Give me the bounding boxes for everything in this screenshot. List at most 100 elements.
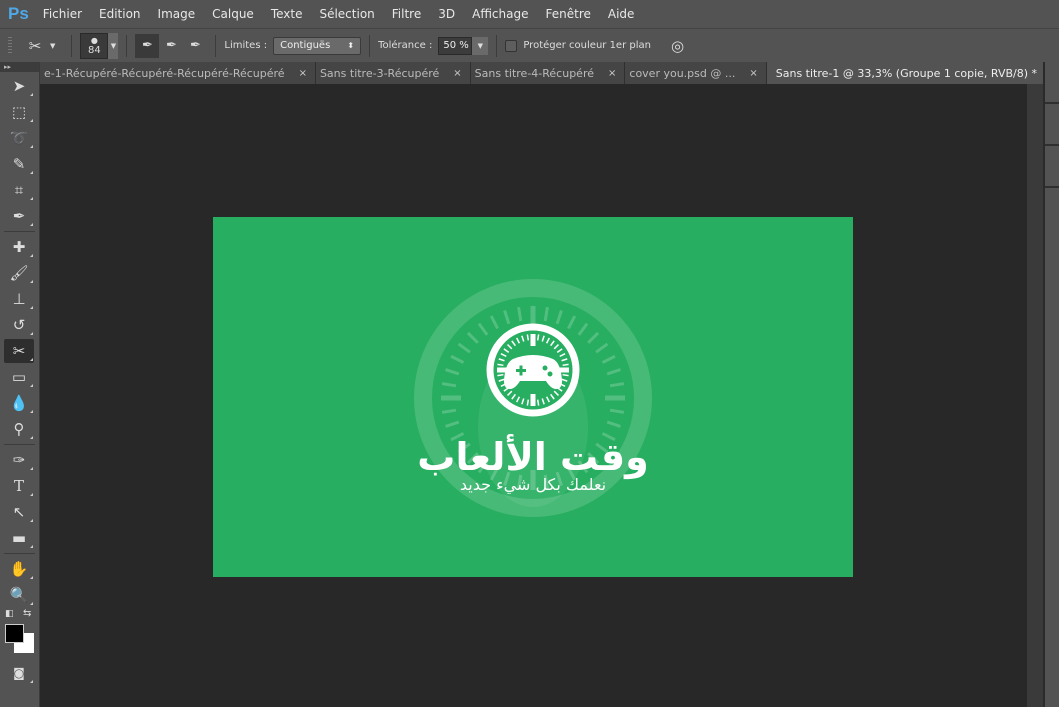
menu-image[interactable]: Image	[158, 7, 196, 21]
tab-cover-you[interactable]: cover you.psd @ ... ×	[625, 62, 767, 84]
clock-tick	[609, 408, 625, 414]
tolerance-input[interactable]: 50 %	[438, 36, 473, 55]
clock-tick	[497, 373, 504, 377]
clock-tick	[503, 310, 511, 325]
marquee-tool-icon[interactable]: ⬚	[4, 100, 34, 124]
chevron-down-icon[interactable]: ▼	[50, 42, 55, 50]
tab-sans-titre-1[interactable]: Sans titre-1 @ 33,3% (Groupe 1 copie, RV…	[766, 62, 1059, 84]
clock-tick	[562, 373, 569, 377]
artwork-title: وقت الألعاب	[417, 435, 649, 479]
swap-colors-icon[interactable]: ⇆	[23, 608, 31, 619]
tab-label: Sans titre-1 @ 33,3% (Groupe 1 copie, RV…	[775, 66, 1038, 80]
menu-edition[interactable]: Edition	[99, 7, 141, 21]
zoom-tool-icon[interactable]: 🔍	[4, 583, 34, 607]
menu-selection[interactable]: Sélection	[319, 7, 374, 21]
clock-tick	[577, 322, 589, 336]
tab-label: Sans titre-4-Récupéré	[474, 66, 594, 80]
brush-size-value: 84	[88, 44, 101, 56]
panel-icon[interactable]	[1045, 154, 1059, 188]
crop-tool-icon[interactable]: ⌗	[4, 178, 34, 202]
clone-stamp-tool-icon[interactable]: ⊥	[4, 287, 34, 311]
sampling-background-icon[interactable]: ✒	[183, 38, 207, 53]
eyedropper-tool-icon[interactable]: ✒	[4, 204, 34, 228]
default-colors-icon[interactable]: ◧	[5, 609, 14, 619]
limits-select[interactable]: Contiguës ⬍	[273, 36, 362, 55]
menu-3d[interactable]: 3D	[438, 7, 455, 21]
quick-mask-icon[interactable]: ◙	[4, 661, 34, 685]
clock-tick	[601, 354, 616, 364]
toolbox-collapse-button[interactable]: ▸▸	[0, 62, 39, 72]
close-icon[interactable]: ×	[299, 68, 307, 79]
clock-tick	[477, 322, 489, 336]
clock-tick	[457, 342, 471, 354]
sampling-continuous-icon[interactable]: ✒	[135, 33, 160, 58]
menu-calque[interactable]: Calque	[212, 7, 254, 21]
quick-selection-tool-icon[interactable]: ✎	[4, 152, 34, 176]
brush-tool-icon[interactable]: 🖌	[4, 261, 34, 285]
right-panel-dock	[1043, 62, 1059, 707]
limits-value: Contiguës	[280, 40, 331, 51]
type-tool-icon[interactable]: T	[4, 474, 34, 498]
menu-affichage[interactable]: Affichage	[472, 7, 528, 21]
document-tabs: e-1-Récupéré-Récupéré-Récupéré-Récupéré ×…	[40, 62, 1059, 84]
brush-dropdown[interactable]: ▼	[108, 32, 119, 59]
clock-tick	[441, 382, 457, 388]
menu-fenetre[interactable]: Fenêtre	[546, 7, 591, 21]
sampling-once-icon[interactable]: ✒	[159, 38, 183, 53]
panel-icon[interactable]	[1045, 112, 1059, 146]
tab-doc-4[interactable]: Sans titre-4-Récupéré ×	[470, 62, 626, 84]
close-icon[interactable]: ×	[608, 68, 616, 79]
canvas-scroll-strip	[1027, 84, 1043, 707]
tab-doc-1[interactable]: e-1-Récupéré-Récupéré-Récupéré-Récupéré ×	[40, 62, 316, 84]
lasso-tool-icon[interactable]: ➰	[4, 126, 34, 150]
path-selection-tool-icon[interactable]: ↖	[4, 500, 34, 524]
artwork-subtitle: نعلمك بكل شيء جديد	[459, 475, 607, 494]
foreground-color-swatch[interactable]	[5, 624, 24, 643]
document-canvas[interactable]: وقت الألعاب نعلمك بكل شيء جديد	[213, 217, 853, 577]
close-icon[interactable]: ×	[749, 68, 757, 79]
move-tool-icon[interactable]: ➤	[4, 74, 34, 98]
pen-tool-icon[interactable]: ✑	[4, 448, 34, 472]
options-grip[interactable]	[8, 36, 12, 55]
divider	[369, 34, 371, 57]
clock-tick	[606, 420, 621, 428]
divider	[71, 34, 73, 57]
clock-tick	[567, 315, 577, 330]
clock-tick	[517, 306, 523, 322]
dodge-tool-icon[interactable]: ⚲	[4, 417, 34, 441]
brush-dot-icon: ●	[90, 35, 98, 45]
clock-tick	[445, 368, 460, 376]
clock-tick	[587, 331, 600, 344]
tolerance-label: Tolérance :	[378, 40, 433, 51]
tablet-pressure-icon[interactable]: ◎	[671, 37, 684, 55]
rectangle-tool-icon[interactable]: ▬	[4, 526, 34, 550]
tolerance-dropdown[interactable]: ▼	[472, 36, 489, 55]
brush-size-picker[interactable]: ● 84	[80, 32, 109, 59]
menu-aide[interactable]: Aide	[608, 7, 635, 21]
updown-icon: ⬍	[347, 41, 355, 50]
background-eraser-preset-icon[interactable]: ✂	[20, 37, 50, 55]
clock-tick	[543, 306, 549, 322]
menu-filtre[interactable]: Filtre	[392, 7, 421, 21]
menu-fichier[interactable]: Fichier	[43, 7, 82, 21]
tab-label: Sans titre-3-Récupéré	[319, 66, 440, 80]
clock-tick	[595, 342, 609, 354]
menu-texte[interactable]: Texte	[271, 7, 303, 21]
panel-icon[interactable]	[1045, 70, 1059, 104]
blur-tool-icon[interactable]: 💧	[4, 391, 34, 415]
healing-brush-tool-icon[interactable]: ✚	[4, 235, 34, 259]
history-brush-tool-icon[interactable]: ↺	[4, 313, 34, 337]
hand-tool-icon[interactable]: ✋	[4, 557, 34, 581]
clock-tick	[489, 315, 499, 330]
tolerance-value: 50 %	[443, 40, 469, 51]
clock-tick	[606, 368, 621, 376]
protect-foreground-checkbox[interactable]	[505, 39, 518, 52]
close-icon[interactable]: ×	[453, 68, 461, 79]
divider	[4, 444, 35, 445]
gradient-tool-icon[interactable]: ▭	[4, 365, 34, 389]
protect-foreground-label: Protéger couleur 1er plan	[523, 40, 651, 51]
tab-doc-3[interactable]: Sans titre-3-Récupéré ×	[315, 62, 471, 84]
eraser-tool-icon[interactable]: ✂	[4, 339, 34, 363]
divider	[215, 34, 217, 57]
clock-tick	[466, 331, 479, 344]
